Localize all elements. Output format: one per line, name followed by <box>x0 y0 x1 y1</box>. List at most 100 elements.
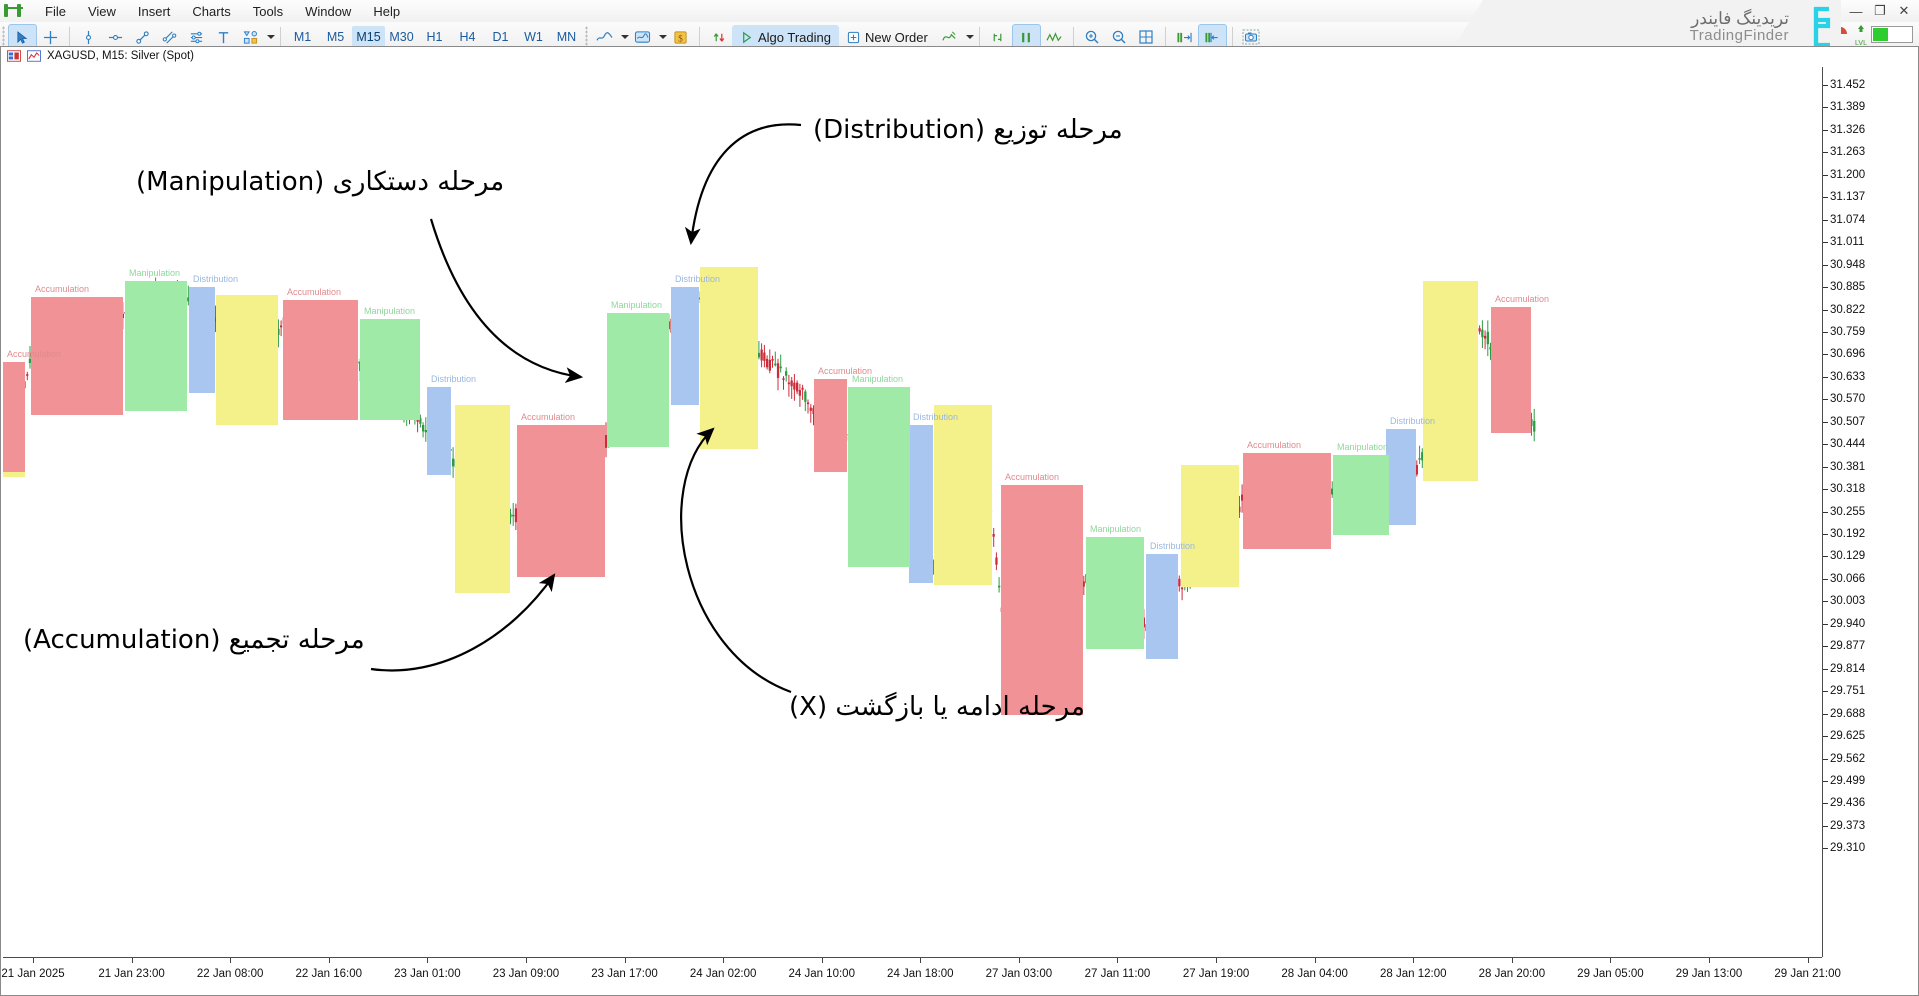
toolbar-separator <box>69 27 70 47</box>
time-gridline <box>1807 958 1809 963</box>
time-gridline <box>821 958 823 963</box>
price-tick: 29.499 <box>1823 775 1865 787</box>
timeframe-m30[interactable]: M30 <box>385 26 418 48</box>
battery-indicator-icon <box>1871 25 1913 43</box>
time-gridline <box>525 958 527 963</box>
zone-distribution[interactable]: Distribution <box>189 274 238 393</box>
zone-accumulation[interactable]: Accumulation <box>1243 440 1331 549</box>
menu-item-file[interactable]: File <box>34 2 77 21</box>
templates-caret-icon[interactable] <box>659 35 667 39</box>
zone-manipulation[interactable]: Manipulation <box>125 268 187 411</box>
chart-type-caret-icon[interactable] <box>621 35 629 39</box>
zone-label: Accumulation <box>521 412 576 422</box>
brand-name-persian: تریدینگ فایندر <box>1691 8 1789 28</box>
price-tick: 29.373 <box>1823 820 1865 832</box>
close-button[interactable]: ✕ <box>1893 2 1915 20</box>
zone-manipulation[interactable]: Manipulation <box>607 300 669 447</box>
zone-manipulation[interactable]: Manipulation <box>848 374 910 567</box>
timeframe-m1[interactable]: M1 <box>286 26 319 48</box>
shapes-dropdown-caret-icon[interactable] <box>267 35 275 39</box>
zone-label: Distribution <box>1390 416 1436 426</box>
algo-trading-label: Algo Trading <box>758 29 831 45</box>
time-tick: 22 Jan 16:00 <box>295 968 363 980</box>
time-tick: 29 Jan 05:00 <box>1577 968 1644 980</box>
menu-item-window[interactable]: Window <box>294 2 362 21</box>
zone-distribution[interactable]: Distribution <box>427 374 476 475</box>
menu-item-charts[interactable]: Charts <box>181 2 241 21</box>
chart-symbol-bar: XAGUSD, M15: Silver (Spot) <box>1 47 194 65</box>
zone-distribution[interactable]: Distribution <box>909 412 958 583</box>
timeframe-m5[interactable]: M5 <box>319 26 352 48</box>
price-tick: 29.940 <box>1823 618 1865 630</box>
price-tick: 31.200 <box>1823 169 1865 181</box>
zone-distribution[interactable]: Distribution <box>1386 416 1435 525</box>
zone-x[interactable] <box>216 295 278 425</box>
timeframe-d1[interactable]: D1 <box>484 26 517 48</box>
zone-manipulation[interactable]: Manipulation <box>1333 442 1389 535</box>
chart-plot-area[interactable]: Accumulation Distribution Manipulation Accu… <box>3 67 1822 957</box>
zone-manipulation[interactable]: Manipulation <box>1086 524 1144 649</box>
price-tick: 30.066 <box>1823 573 1865 585</box>
price-tick: 30.507 <box>1823 416 1865 428</box>
zone-label: Manipulation <box>611 300 663 310</box>
zone-label: Accumulation <box>818 366 873 376</box>
zone-x[interactable] <box>700 267 758 449</box>
zone-x[interactable] <box>1423 281 1478 481</box>
zone-label: Accumulation <box>287 287 342 297</box>
timeframe-h1[interactable]: H1 <box>418 26 451 48</box>
timeframe-w1[interactable]: W1 <box>517 26 550 48</box>
toolbar-grip-2[interactable] <box>585 26 588 48</box>
time-gridline <box>131 958 133 963</box>
menu-item-tools[interactable]: Tools <box>242 2 294 21</box>
price-tick: 30.003 <box>1823 595 1865 607</box>
time-tick: 23 Jan 01:00 <box>394 968 461 980</box>
zone-accumulation[interactable]: Accumulation <box>283 287 358 420</box>
zone-manipulation[interactable]: Manipulation <box>360 306 420 420</box>
indicator-caret-icon[interactable] <box>965 35 974 39</box>
timeframe-mn[interactable]: MN <box>550 26 583 48</box>
menu-item-view[interactable]: View <box>77 2 127 21</box>
time-gridline <box>1018 958 1020 963</box>
menu-item-help[interactable]: Help <box>362 2 411 21</box>
maximize-button[interactable]: ❐ <box>1869 2 1891 20</box>
price-tick: 30.192 <box>1823 528 1865 540</box>
toolbar-separator-2 <box>280 27 281 47</box>
annotation-x-phase: مرحله ادامه یا بازگشت (X) <box>789 692 1085 722</box>
timeframe-h4[interactable]: H4 <box>451 26 484 48</box>
timeframe-m15[interactable]: M15 <box>352 26 385 48</box>
zone-accumulation[interactable]: Accumulation <box>814 366 872 472</box>
svg-text:$: $ <box>678 33 683 44</box>
time-axis[interactable]: 21 Jan 2025 21 Jan 23:00 22 Jan 08:00 22 Ja… <box>1 957 1841 995</box>
menu-item-insert[interactable]: Insert <box>127 2 182 21</box>
price-tick: 30.696 <box>1823 348 1865 360</box>
zone-accumulation[interactable]: Accumulation <box>1491 294 1549 433</box>
price-tick: 31.074 <box>1823 214 1865 226</box>
connection-indicator-icon <box>1841 27 1848 34</box>
minimize-button[interactable]: — <box>1845 2 1867 20</box>
toolbar-grip[interactable] <box>2 26 5 48</box>
zone-distribution[interactable]: Distribution <box>1146 541 1195 659</box>
zone-label: Distribution <box>913 412 959 422</box>
time-gridline <box>1610 958 1612 963</box>
price-tick: 29.814 <box>1823 663 1865 675</box>
chart-thumbnail-icon <box>27 50 41 62</box>
toolbar-separator-7 <box>1231 27 1233 47</box>
zone-x[interactable] <box>934 405 992 585</box>
zone-label: Accumulation <box>7 349 62 359</box>
zone-label: Accumulation <box>1495 294 1550 304</box>
zone-distribution[interactable]: Distribution <box>671 274 720 405</box>
chart-symbol-label: XAGUSD, M15: Silver (Spot) <box>47 50 194 62</box>
price-axis[interactable]: 31.452 31.389 31.326 31.263 31.200 31.137 31.0… <box>1822 67 1918 957</box>
zone-label: Manipulation <box>129 268 181 278</box>
time-tick: 28 Jan 20:00 <box>1478 968 1546 980</box>
annotation-distribution: مرحله توزیع (Distribution) <box>813 115 1123 145</box>
new-order-label: New Order <box>865 29 928 45</box>
zone-x[interactable] <box>455 405 510 593</box>
price-tick: 29.688 <box>1823 708 1865 720</box>
zone-x[interactable] <box>1181 465 1239 587</box>
zone-accumulation[interactable]: Accumulation <box>517 412 605 577</box>
price-tick: 30.822 <box>1823 304 1865 316</box>
zone-accumulation[interactable]: Accumulation <box>1001 472 1083 715</box>
time-gridline <box>624 958 626 963</box>
zone-accumulation[interactable]: Accumulation <box>3 349 61 472</box>
